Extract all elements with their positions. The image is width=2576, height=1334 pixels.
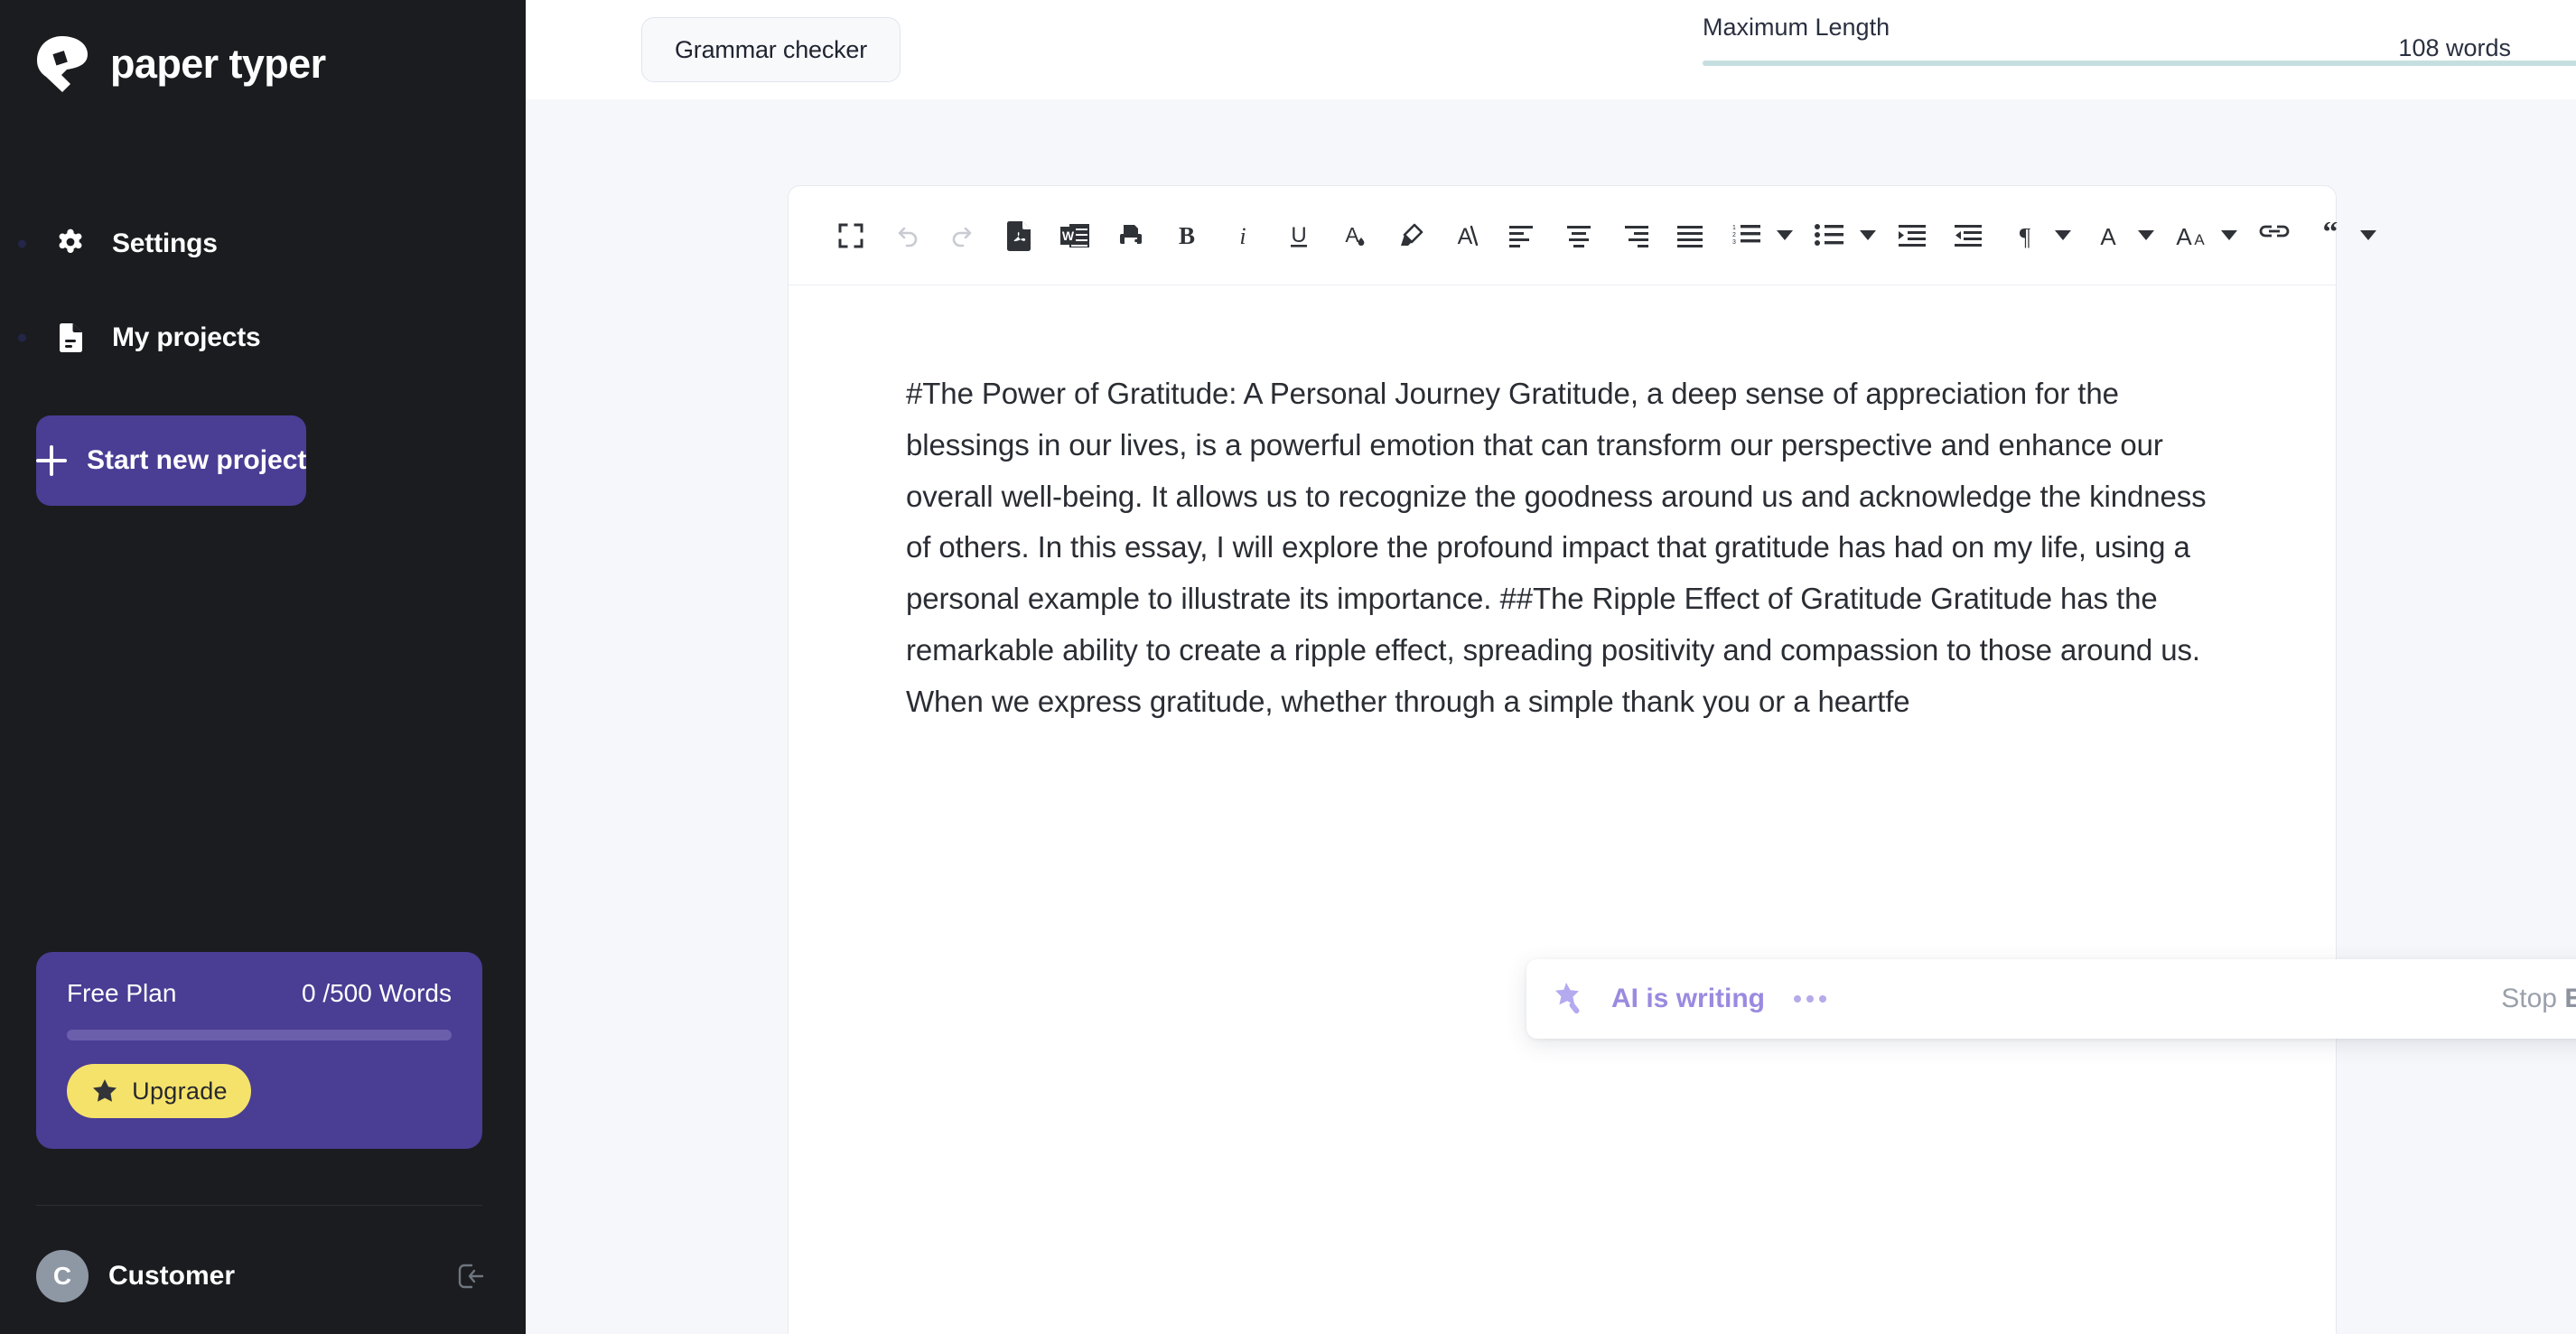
svg-text:U: U <box>1291 223 1306 247</box>
upgrade-label: Upgrade <box>132 1077 228 1105</box>
italic-icon[interactable]: i <box>1215 208 1271 264</box>
numbered-list-icon[interactable]: 123 <box>1719 208 1775 264</box>
start-new-project-label: Start new project <box>87 445 307 475</box>
numbered-list-group: 123 <box>1719 208 1802 264</box>
svg-text:A: A <box>2100 223 2116 249</box>
editor-canvas: W B i U A A 1 2 3 ¶ A A A “ #The Power o… <box>526 99 2576 1334</box>
chevron-down-icon[interactable] <box>2055 230 2071 240</box>
align-right-icon[interactable] <box>1607 208 1663 264</box>
svg-text:A: A <box>1458 224 1473 249</box>
font-family-icon[interactable]: A <box>2080 208 2136 264</box>
chevron-down-icon[interactable] <box>1777 230 1793 240</box>
svg-text:i: i <box>1239 223 1246 249</box>
svg-text:A: A <box>1345 223 1359 247</box>
quote-icon[interactable]: “ <box>2302 208 2358 264</box>
bullet-list-group <box>1802 208 1885 264</box>
svg-text:W: W <box>1062 229 1075 243</box>
svg-text:1: 1 <box>1732 225 1736 231</box>
print-icon[interactable] <box>1103 208 1159 264</box>
sidebar-item-label: Settings <box>112 229 218 258</box>
stop-shortcut: ESC <box>2564 984 2576 1013</box>
plan-progress-bar <box>67 1030 452 1040</box>
document-icon <box>52 320 89 356</box>
loading-dots-icon <box>1794 995 1827 1003</box>
outdent-icon[interactable] <box>1941 208 1997 264</box>
user-name: Customer <box>108 1261 236 1291</box>
stop-label: Stop <box>2501 984 2557 1013</box>
paragraph-format-icon[interactable]: ¶ <box>1997 208 2053 264</box>
brand-name: paper typer <box>110 41 326 87</box>
indent-icon[interactable] <box>1885 208 1941 264</box>
align-justify-icon[interactable] <box>1663 208 1719 264</box>
clear-formatting-icon[interactable]: A <box>1439 208 1495 264</box>
export-pdf-icon[interactable] <box>991 208 1047 264</box>
svg-text:A: A <box>2194 231 2205 248</box>
sidebar-item-label: My projects <box>112 322 261 352</box>
editor-toolbar: W B i U A A 1 2 3 ¶ A A A “ <box>789 186 2376 285</box>
document-body[interactable]: #The Power of Gratitude: A Personal Jour… <box>906 368 2218 727</box>
brand-logo[interactable]: paper typer <box>0 0 526 94</box>
svg-text:“: “ <box>2323 222 2338 249</box>
max-length-label: Maximum Length <box>1703 14 1890 41</box>
paragraph-format-group: ¶ <box>1997 208 2080 264</box>
font-family-group: A <box>2080 208 2163 264</box>
star-icon <box>90 1077 119 1105</box>
app-root: paper typer Settings My projects Start n… <box>0 0 2576 1334</box>
svg-text:A: A <box>2176 223 2192 249</box>
paper-typer-logo-icon <box>34 34 90 94</box>
top-toolbar: Grammar checker Maximum Length 500 108 w… <box>526 0 2576 99</box>
svg-text:2: 2 <box>1732 232 1736 238</box>
plan-quota: 0 /500 Words <box>301 979 452 1007</box>
plan-card: Free Plan 0 /500 Words Upgrade <box>36 952 482 1149</box>
align-center-icon[interactable] <box>1551 208 1607 264</box>
ai-status-left: AI is writing <box>1554 980 2501 1018</box>
chevron-down-icon[interactable] <box>2360 230 2376 240</box>
plus-icon <box>36 445 67 476</box>
quote-group: “ <box>2302 208 2385 264</box>
plan-summary: Free Plan 0 /500 Words <box>67 979 452 1008</box>
magic-wand-icon <box>1554 980 1591 1018</box>
sidebar-divider <box>36 1205 482 1206</box>
font-size-icon[interactable]: A A <box>2163 208 2219 264</box>
logout-icon[interactable] <box>450 1258 486 1294</box>
svg-text:3: 3 <box>1732 239 1736 246</box>
editor-page: W B i U A A 1 2 3 ¶ A A A “ #The Power o… <box>788 185 2376 1334</box>
align-left-icon[interactable] <box>1495 208 1551 264</box>
plan-name: Free Plan <box>67 979 177 1007</box>
document-area[interactable]: #The Power of Gratitude: A Personal Jour… <box>789 285 2336 727</box>
chevron-down-icon[interactable] <box>2221 230 2237 240</box>
fullscreen-icon[interactable] <box>823 208 879 264</box>
chevron-down-icon[interactable] <box>1860 230 1876 240</box>
gear-icon <box>52 226 89 262</box>
text-color-icon[interactable]: A <box>1327 208 1383 264</box>
undo-icon[interactable] <box>879 208 935 264</box>
sidebar-item-settings[interactable]: Settings <box>0 210 526 278</box>
export-word-icon[interactable]: W <box>1047 208 1103 264</box>
stop-generation-button[interactable]: Stop ESC <box>2501 984 2576 1014</box>
bold-icon[interactable]: B <box>1159 208 1215 264</box>
sidebar-item-my-projects[interactable]: My projects <box>0 303 526 372</box>
svg-text:B: B <box>1179 222 1195 249</box>
font-size-group: A A <box>2163 208 2246 264</box>
grammar-checker-button[interactable]: Grammar checker <box>641 17 901 82</box>
start-new-project-button[interactable]: Start new project <box>36 415 307 506</box>
nav-marker <box>18 239 26 248</box>
chevron-down-icon[interactable] <box>2138 230 2154 240</box>
nav-marker <box>18 333 26 342</box>
ai-status-message: AI is writing <box>1611 984 1766 1013</box>
user-row[interactable]: C Customer <box>0 1218 526 1334</box>
avatar: C <box>36 1250 89 1302</box>
svg-text:¶: ¶ <box>2020 223 2030 249</box>
ai-status-bar: AI is writing Stop ESC <box>1526 959 2576 1039</box>
upgrade-button[interactable]: Upgrade <box>67 1064 251 1118</box>
bullet-list-icon[interactable] <box>1802 208 1858 264</box>
highlight-icon[interactable] <box>1383 208 1439 264</box>
underline-icon[interactable]: U <box>1271 208 1327 264</box>
redo-icon[interactable] <box>935 208 991 264</box>
word-count: 108 words <box>2398 34 2511 61</box>
main-area: Grammar checker Maximum Length 500 108 w… <box>526 0 2576 1334</box>
link-icon[interactable] <box>2246 208 2302 264</box>
sidebar-nav: Settings My projects <box>0 210 526 372</box>
sidebar: paper typer Settings My projects Start n… <box>0 0 526 1334</box>
